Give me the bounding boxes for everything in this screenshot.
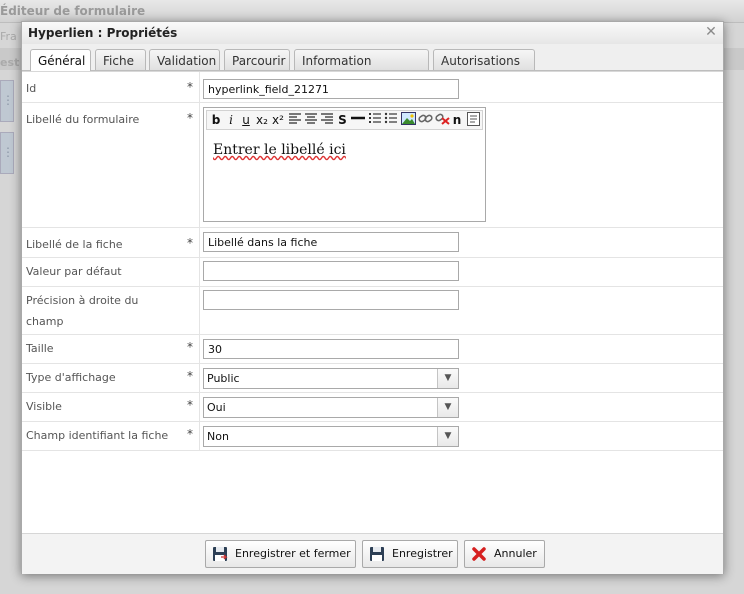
id-input[interactable] [203, 79, 459, 99]
tab-bar: Général Fiche Validation Parcourir Infor… [22, 44, 723, 90]
subscript-button[interactable]: x₂ [254, 112, 270, 128]
required-marker: * [187, 427, 193, 441]
row-size: Taille * [22, 335, 723, 364]
italic-button[interactable]: i [225, 112, 237, 128]
save-label: Enregistrer [392, 547, 453, 560]
column-separator [199, 228, 200, 257]
save-icon [369, 546, 385, 562]
required-marker: * [187, 111, 193, 125]
visible-value: Oui [207, 401, 226, 414]
tab-general[interactable]: Général [30, 49, 91, 71]
record-label-input[interactable] [203, 232, 459, 252]
horizontal-rule-icon[interactable] [351, 112, 365, 128]
underline-button[interactable]: u [240, 112, 252, 128]
tab-fiche[interactable]: Fiche [95, 49, 146, 70]
image-icon[interactable] [400, 112, 416, 128]
display-type-label: Type d'affichage [26, 371, 116, 384]
chevron-down-icon[interactable]: ▼ [437, 427, 458, 446]
required-marker: * [187, 80, 193, 94]
drag-handle: ⋮ [0, 132, 14, 174]
id-label: Id [26, 82, 37, 95]
editor-text: Entrer le libellé ici [213, 142, 346, 158]
align-right-icon[interactable] [319, 112, 334, 128]
drag-handle: ⋮ [0, 80, 14, 122]
form-label-label: Libellé du formulaire [26, 113, 140, 126]
row-id: Id * [22, 72, 723, 103]
close-icon[interactable]: ✕ [703, 24, 719, 40]
required-marker: * [187, 369, 193, 383]
display-type-select[interactable]: Public ▼ [203, 368, 459, 389]
editor-content[interactable]: Entrer le libellé ici [213, 142, 346, 158]
unlink-icon[interactable] [434, 112, 450, 128]
link-icon[interactable] [417, 112, 433, 128]
cancel-label: Annuler [494, 547, 537, 560]
precision-label: Précision à droite du champ [26, 294, 139, 328]
column-separator [199, 422, 200, 450]
source-code-icon[interactable] [466, 112, 480, 128]
bold-button[interactable]: b [210, 112, 222, 128]
strikethrough-button[interactable]: S [336, 112, 349, 128]
align-left-icon[interactable] [287, 112, 302, 128]
drag-icon: ⋮ [2, 93, 14, 107]
column-separator [199, 393, 200, 421]
form-editor-header: Éditeur de formulaire [0, 0, 744, 23]
column-separator [199, 72, 200, 102]
tab-validation[interactable]: Validation [149, 49, 220, 70]
required-marker: * [187, 236, 193, 250]
save-and-close-label: Enregistrer et fermer [235, 547, 351, 560]
required-marker: * [187, 398, 193, 412]
column-separator [199, 364, 200, 392]
background-row-fragment: est [0, 56, 20, 69]
tab-autorisations[interactable]: Autorisations [433, 49, 535, 70]
size-label: Taille [26, 342, 54, 355]
nonbreaking-space-button[interactable]: n [451, 112, 463, 128]
row-default-value: Valeur par défaut [22, 258, 723, 287]
column-separator [199, 103, 200, 227]
save-and-close-button[interactable]: Enregistrer et fermer [205, 540, 356, 568]
editor-toolbar: b i u x₂ x² S n [206, 110, 483, 130]
default-value-label: Valeur par défaut [26, 265, 122, 278]
save-close-icon [212, 546, 228, 562]
row-identifier: Champ identifiant la fiche * Non ▼ [22, 422, 723, 451]
tab-information-systeme[interactable]: Information système [294, 49, 429, 90]
rich-text-editor[interactable]: b i u x₂ x² S n Entrer le libellé ici [203, 107, 486, 222]
row-display-type: Type d'affichage * Public ▼ [22, 364, 723, 393]
align-center-icon[interactable] [303, 112, 318, 128]
column-separator [199, 258, 200, 286]
properties-dialog: Hyperlien : Propriétés ✕ Général Fiche V… [21, 21, 724, 574]
ordered-list-icon[interactable] [367, 112, 382, 128]
identifier-select[interactable]: Non ▼ [203, 426, 459, 447]
column-separator [199, 287, 200, 334]
row-visible: Visible * Oui ▼ [22, 393, 723, 422]
row-precision: Précision à droite du champ [22, 287, 723, 335]
background-tab-fragment: Fra [0, 30, 17, 43]
bullet-list-icon[interactable] [383, 112, 398, 128]
visible-label: Visible [26, 400, 62, 413]
cancel-icon [471, 546, 487, 562]
precision-input[interactable] [203, 290, 459, 310]
size-input[interactable] [203, 339, 459, 359]
row-record-label: Libellé de la fiche * [22, 228, 723, 258]
chevron-down-icon[interactable]: ▼ [437, 369, 458, 388]
row-form-label: Libellé du formulaire * b i u x₂ x² S n … [22, 103, 723, 228]
visible-select[interactable]: Oui ▼ [203, 397, 459, 418]
identifier-value: Non [207, 430, 229, 443]
display-type-value: Public [207, 372, 240, 385]
superscript-button[interactable]: x² [270, 112, 286, 128]
dialog-title-bar: Hyperlien : Propriétés ✕ [22, 22, 723, 44]
record-label-label: Libellé de la fiche [26, 238, 123, 251]
general-form: Id * Libellé du formulaire * b i u x₂ x² [22, 71, 723, 534]
form-editor-title: Éditeur de formulaire [0, 4, 146, 18]
cancel-button[interactable]: Annuler [464, 540, 545, 568]
dialog-footer: Enregistrer et fermer Enregistrer Annule… [22, 533, 723, 574]
dialog-title: Hyperlien : Propriétés [28, 26, 178, 40]
default-value-input[interactable] [203, 261, 459, 281]
chevron-down-icon[interactable]: ▼ [437, 398, 458, 417]
required-marker: * [187, 340, 193, 354]
column-separator [199, 335, 200, 363]
drag-icon: ⋮ [2, 145, 14, 159]
identifier-label: Champ identifiant la fiche [26, 429, 169, 442]
save-button[interactable]: Enregistrer [362, 540, 458, 568]
tab-parcourir[interactable]: Parcourir [224, 49, 290, 70]
